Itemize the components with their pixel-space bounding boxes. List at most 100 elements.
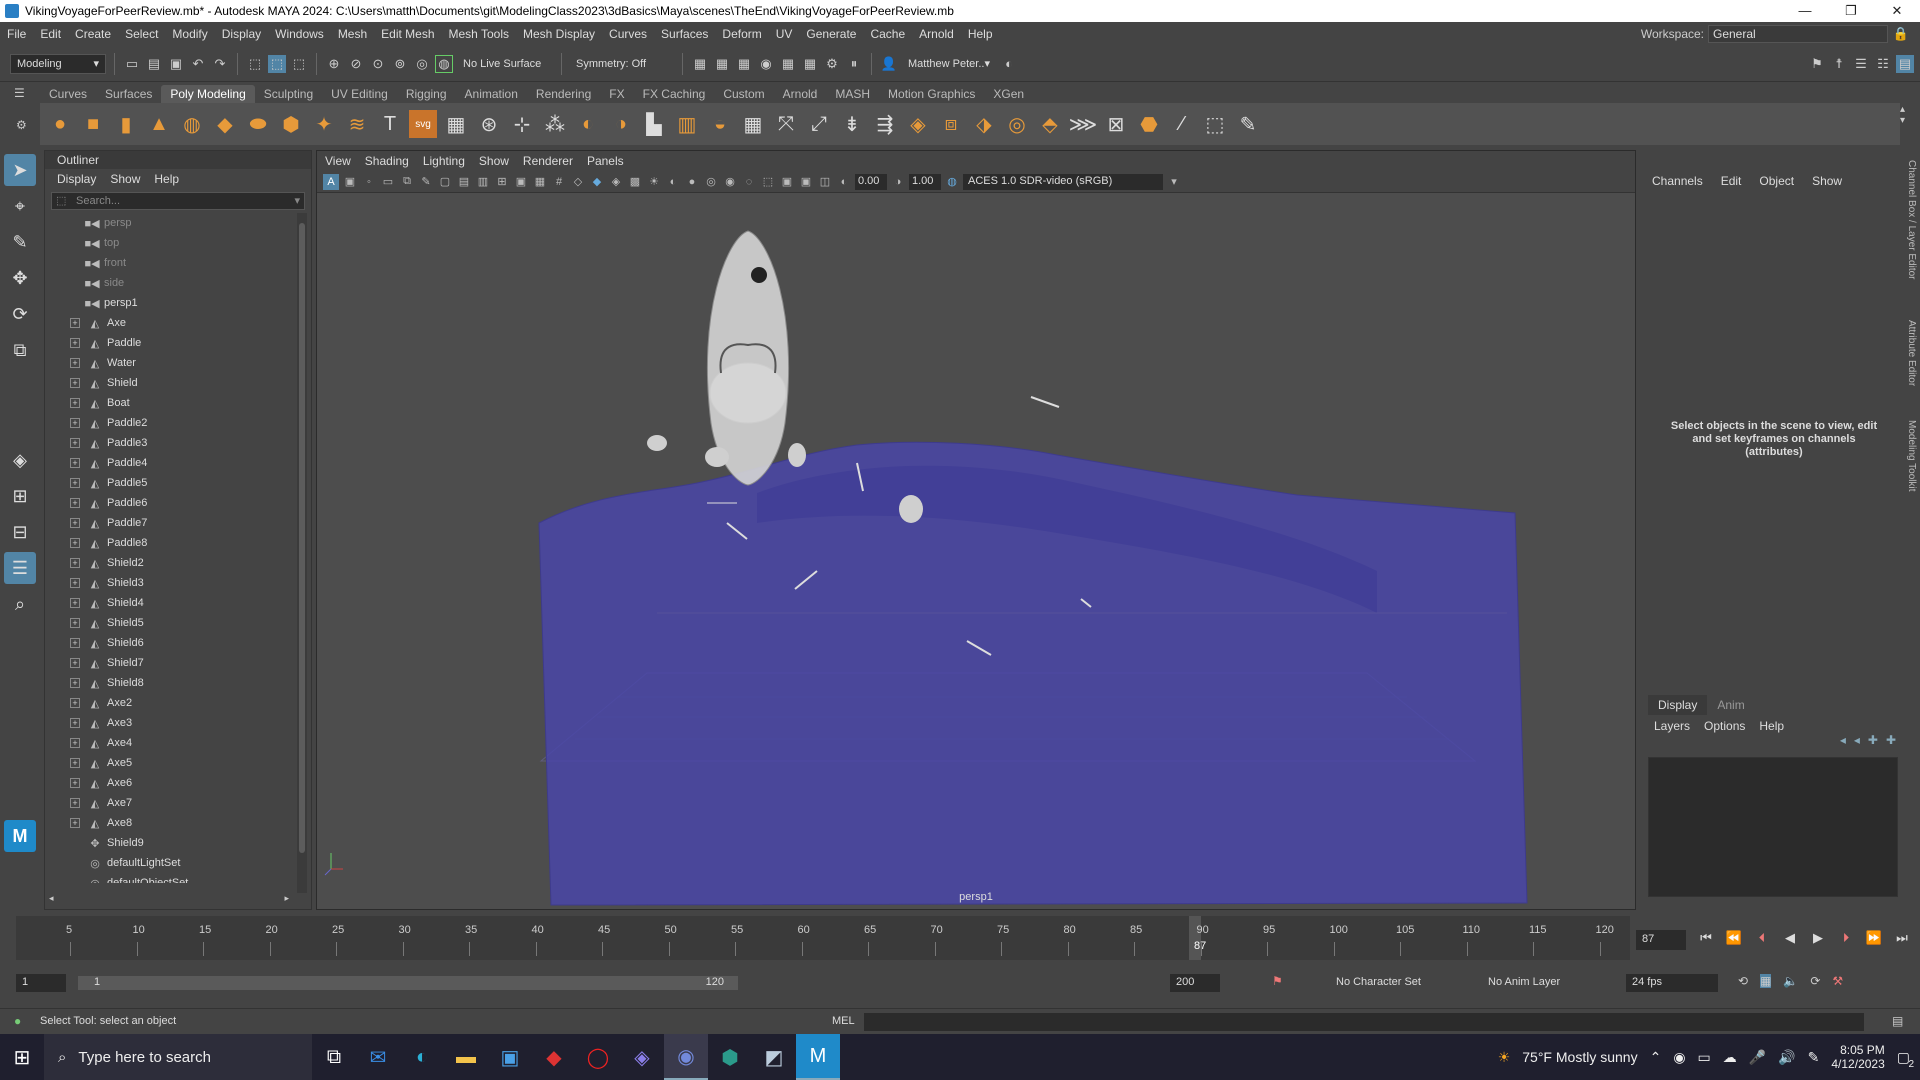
weather-text[interactable]: 75°F Mostly sunny xyxy=(1522,1049,1637,1065)
append-icon[interactable]: ▦ xyxy=(739,110,767,138)
outliner-item[interactable]: ◎ defaultLightSet xyxy=(45,853,295,873)
expand-icon[interactable]: + xyxy=(70,398,80,408)
viewport-menu-view[interactable]: View xyxy=(325,154,351,168)
channel-box-toggle-icon[interactable]: ▤ xyxy=(1896,54,1914,73)
expand-icon[interactable]: + xyxy=(70,538,80,548)
shield-prop[interactable] xyxy=(705,447,729,467)
mail-app-icon[interactable]: ✉ xyxy=(356,1034,400,1080)
outliner-item[interactable]: + ◭ Shield4 xyxy=(45,593,295,613)
new-scene-icon[interactable]: ▭ xyxy=(123,55,141,73)
range-slider[interactable]: 1 120 xyxy=(78,976,738,990)
viewport-menu-renderer[interactable]: Renderer xyxy=(523,154,573,168)
maya-home-icon[interactable]: M xyxy=(4,820,36,852)
wireframe-icon[interactable]: ◇ xyxy=(570,174,586,190)
menu-cache[interactable]: Cache xyxy=(863,27,912,41)
shelf-settings-icon[interactable]: ⚙ xyxy=(16,118,27,132)
clock-time[interactable]: 8:05 PM xyxy=(1840,1043,1885,1057)
viewport-scene[interactable] xyxy=(317,193,1635,909)
outliner-item[interactable]: + ◭ Paddle4 xyxy=(45,453,295,473)
side-tab-modeling-toolkit[interactable]: Modeling Toolkit xyxy=(1906,420,1917,492)
snap-curve-icon[interactable]: ⊘ xyxy=(347,55,365,73)
viewport-panel[interactable]: View Shading Lighting Show Renderer Pane… xyxy=(316,150,1636,910)
pen-icon[interactable]: ✎ xyxy=(1808,1049,1820,1066)
expand-icon[interactable]: + xyxy=(70,498,80,508)
shelf-tab-motion-graphics[interactable]: Motion Graphics xyxy=(879,85,984,103)
connect-icon[interactable]: ⇶ xyxy=(871,110,899,138)
usb-icon[interactable]: ▭ xyxy=(1698,1049,1711,1066)
menu-select[interactable]: Select xyxy=(118,27,165,41)
render-settings-icon[interactable]: ▦ xyxy=(691,55,709,73)
fill-hole-icon[interactable]: ⤧ xyxy=(772,110,800,138)
field-chart-icon[interactable]: ⊞ xyxy=(494,174,510,190)
taskbar-search-box[interactable]: ⌕ Type here to search xyxy=(44,1034,312,1080)
select-component-icon[interactable]: ⬚ xyxy=(290,55,308,73)
auto-seams-icon[interactable]: ✎ xyxy=(1234,110,1262,138)
outliner-item[interactable]: + ◭ Paddle6 xyxy=(45,493,295,513)
rotate-tool-icon[interactable]: ⟳ xyxy=(4,298,36,330)
outliner-item[interactable]: ■◀ front xyxy=(45,253,295,273)
expand-icon[interactable]: + xyxy=(70,358,80,368)
expand-icon[interactable]: + xyxy=(70,378,80,388)
select-hierarchy-icon[interactable]: ⬚ xyxy=(246,55,264,73)
shelf-tab-mash[interactable]: MASH xyxy=(826,85,879,103)
outliner-menu-help[interactable]: Help xyxy=(154,172,179,186)
outliner-search-input[interactable]: ⬚ Search... ▾ xyxy=(51,192,305,210)
open-scene-icon[interactable]: ▤ xyxy=(145,55,163,73)
redo-icon[interactable]: ↷ xyxy=(211,55,229,73)
outliner-item[interactable]: ◎ defaultObjectSet xyxy=(45,873,295,883)
mesh-display-icon[interactable]: ▦ xyxy=(442,110,470,138)
opera-browser-icon[interactable]: ◯ xyxy=(576,1034,620,1080)
play-forwards-icon[interactable]: ▶ xyxy=(1808,928,1828,948)
chevron-up-icon[interactable]: ⌃ xyxy=(1650,1049,1662,1066)
menu-display[interactable]: Display xyxy=(215,27,268,41)
outliner-horizontal-scrollbar[interactable]: ◂ ▸ xyxy=(49,893,289,907)
filter-icon[interactable]: ⬚ xyxy=(56,194,66,207)
poly-cube-icon[interactable]: ■ xyxy=(79,110,107,138)
use-all-lights-icon[interactable]: ☀ xyxy=(646,174,662,190)
shelf-scroll-icon[interactable]: ▴ ▾ xyxy=(1900,104,1905,126)
undo-icon[interactable]: ↶ xyxy=(189,55,207,73)
current-frame-field[interactable]: 87 xyxy=(1636,930,1686,950)
textured-icon[interactable]: ▩ xyxy=(627,174,643,190)
chevron-down-icon[interactable]: ▾ xyxy=(1166,174,1182,190)
menu-generate[interactable]: Generate xyxy=(799,27,863,41)
menu-modify[interactable]: Modify xyxy=(165,27,214,41)
render-setup-icon[interactable]: ▦ xyxy=(801,55,819,73)
outliner-item[interactable]: + ◭ Water xyxy=(45,353,295,373)
single-perspective-layout-icon[interactable]: ◈ xyxy=(4,444,36,476)
layer-tab-anim[interactable]: Anim xyxy=(1707,695,1754,715)
grease-pencil-icon[interactable]: ✎ xyxy=(418,174,434,190)
new-layer-selected-icon[interactable]: ✚ xyxy=(1886,733,1896,747)
menu-file[interactable]: File xyxy=(0,27,33,41)
new-empty-layer-icon[interactable]: ✚ xyxy=(1868,733,1878,747)
slide-edge-icon[interactable]: ⋙ xyxy=(1069,110,1097,138)
animation-end-field[interactable]: 200 xyxy=(1170,974,1220,992)
outliner-item[interactable]: + ◭ Axe2 xyxy=(45,693,295,713)
shelf-tab-custom[interactable]: Custom xyxy=(714,85,773,103)
symmetry-dropdown[interactable]: Symmetry: Off xyxy=(570,54,674,74)
shield-prop[interactable] xyxy=(899,495,923,523)
task-view-icon[interactable]: ⧉ xyxy=(312,1034,356,1080)
snap-live-icon[interactable]: ◍ xyxy=(435,54,453,73)
menu-help[interactable]: Help xyxy=(961,27,1000,41)
outliner-item[interactable]: + ◭ Axe8 xyxy=(45,813,295,833)
boolean-icon[interactable]: ◐ xyxy=(574,110,602,138)
expand-icon[interactable]: + xyxy=(70,638,80,648)
pause-viewport-icon[interactable]: ⏸ xyxy=(845,55,863,73)
snap-surface-icon[interactable]: ◎ xyxy=(413,55,431,73)
poly-disc-icon[interactable]: ⬬ xyxy=(244,110,272,138)
expand-icon[interactable]: + xyxy=(70,738,80,748)
play-backwards-icon[interactable]: ◀ xyxy=(1780,928,1800,948)
gitkraken-app-icon[interactable]: ⬢ xyxy=(708,1034,752,1080)
mirror-icon[interactable]: ◑ xyxy=(607,110,635,138)
workspace-dropdown[interactable]: General xyxy=(1708,25,1888,43)
outliner-item[interactable]: + ◭ Paddle3 xyxy=(45,433,295,453)
snap-point-icon[interactable]: ⊙ xyxy=(369,55,387,73)
file-explorer-icon[interactable]: ▬ xyxy=(444,1034,488,1080)
crease-icon[interactable]: ⊠ xyxy=(1102,110,1130,138)
menu-mesh[interactable]: Mesh xyxy=(331,27,374,41)
bookmark-icon[interactable]: ◦ xyxy=(361,174,377,190)
go-to-start-icon[interactable]: ⏮ xyxy=(1696,928,1716,948)
playhead[interactable] xyxy=(1189,916,1201,960)
account-dropdown[interactable]: Matthew Peter.. ▾ xyxy=(902,54,996,74)
